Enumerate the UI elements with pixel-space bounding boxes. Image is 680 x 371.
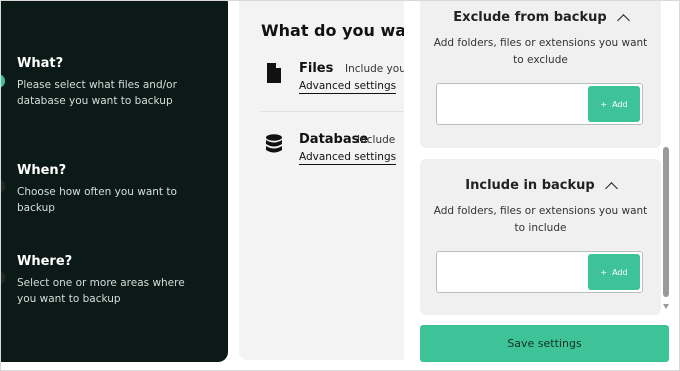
scrollbar-thumb[interactable]	[663, 147, 669, 297]
step-when[interactable]: When? Choose how often you want to backu…	[17, 163, 207, 216]
exclude-add-label: Add	[612, 99, 628, 109]
database-desc: Include	[357, 134, 396, 146]
scroll-down-arrow-icon[interactable]	[663, 304, 669, 309]
exclude-input-row: + Add	[436, 83, 643, 125]
exclude-input[interactable]	[443, 94, 587, 114]
include-desc: Add folders, files or extensions you wan…	[433, 205, 648, 234]
step-where-title: Where?	[17, 254, 73, 269]
include-header[interactable]: Include in backup	[465, 178, 618, 195]
include-add-button[interactable]: + Add	[588, 254, 640, 290]
chevron-up-icon[interactable]	[604, 181, 618, 195]
exclude-desc: Add folders, files or extensions you wan…	[433, 37, 648, 66]
exclude-title: Exclude from backup	[453, 10, 607, 25]
file-icon	[267, 63, 281, 83]
step-what-title: What?	[17, 56, 64, 71]
plus-icon: +	[600, 99, 608, 109]
what-panel: What do you want Files Include your V Ad…	[239, 1, 425, 360]
advanced-settings-panel: Exclude from backup Add folders, files o…	[404, 1, 679, 370]
files-advanced-settings-link[interactable]: Advanced settings	[299, 80, 397, 94]
include-card: Include in backup Add folders, files or …	[420, 159, 661, 315]
chevron-up-icon[interactable]	[616, 13, 630, 27]
exclude-card: Exclude from backup Add folders, files o…	[420, 1, 661, 148]
include-input[interactable]	[443, 262, 587, 282]
step-where[interactable]: Where? Select one or more areas where yo…	[17, 254, 207, 307]
include-title: Include in backup	[465, 178, 595, 193]
save-settings-button[interactable]: Save settings	[420, 325, 669, 362]
scrollbar[interactable]	[663, 147, 669, 309]
exclude-header[interactable]: Exclude from backup	[453, 10, 630, 27]
exclude-add-button[interactable]: + Add	[588, 86, 640, 122]
database-advanced-settings-link[interactable]: Advanced settings	[299, 151, 397, 165]
app-frame: What? Please select what files and/or da…	[0, 0, 680, 371]
plus-icon: +	[600, 267, 608, 277]
include-add-label: Add	[612, 267, 628, 277]
divider	[261, 111, 421, 112]
include-input-row: + Add	[436, 251, 643, 293]
step-what-desc: Please select what files and/or database…	[17, 79, 177, 107]
database-icon	[266, 134, 282, 153]
panel-title: What do you want	[261, 21, 426, 40]
step-when-title: When?	[17, 163, 67, 178]
step-when-desc: Choose how often you want to backup	[17, 186, 177, 214]
step-what[interactable]: What? Please select what files and/or da…	[17, 56, 207, 109]
step-where-desc: Select one or more areas where you want …	[17, 277, 185, 305]
files-label: Files	[299, 61, 334, 76]
